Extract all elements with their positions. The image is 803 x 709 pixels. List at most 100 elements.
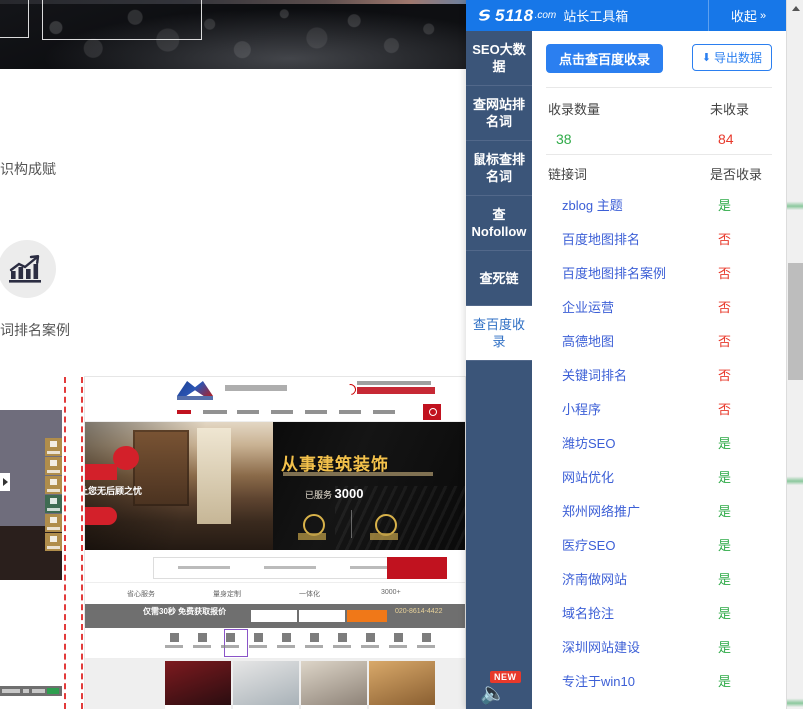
speaker-icon: 🔈: [480, 683, 506, 704]
indexed-status: 是: [718, 433, 731, 452]
indexed-status: 是: [718, 467, 731, 486]
sound-toggle-button[interactable]: NEW 🔈: [478, 671, 520, 707]
toolbox-logo: 5118 .com 站长工具箱: [466, 6, 708, 26]
keyword-link[interactable]: 郑州网络推广: [562, 501, 640, 520]
toolbox-sidebar: SEO大数据 查网站排名词 鼠标查排名词 查Nofollow 查死链 查百度收录…: [466, 31, 532, 709]
browser-scrollbar[interactable]: [786, 0, 803, 709]
keyword-link[interactable]: 百度地图排名案例: [562, 263, 666, 282]
preview-phone-small: [357, 381, 431, 385]
keyword-link[interactable]: 百度地图排名: [562, 229, 640, 248]
side-menu-item[interactable]: [45, 476, 62, 494]
indexed-status: 是: [718, 671, 731, 690]
bar-chart-growth-icon: [0, 240, 56, 298]
served-label: 已服务: [305, 490, 332, 500]
search-icon: [423, 404, 441, 420]
collapse-button[interactable]: 收起 »: [708, 0, 786, 31]
preview-site-logo: [177, 381, 213, 396]
table-row[interactable]: 潍坊SEO 是: [546, 425, 772, 459]
sidebar-item-dead-links[interactable]: 查死链: [466, 251, 532, 306]
keyword-link[interactable]: 小程序: [562, 399, 601, 418]
side-menu-item[interactable]: [45, 514, 62, 532]
side-menu-item[interactable]: [45, 438, 62, 456]
indexed-status: 是: [718, 603, 731, 622]
indexed-status: 否: [718, 331, 731, 350]
not-indexed-value: 84: [710, 131, 749, 147]
table-row[interactable]: 高德地图 否: [546, 323, 772, 357]
preview-hero-subline: [283, 472, 433, 476]
table-row[interactable]: 医疗SEO是: [546, 527, 772, 561]
preview-site-logo-caption: [177, 396, 213, 400]
keyword-link[interactable]: 域名抢注: [562, 603, 614, 622]
keyword-link[interactable]: 关键词排名: [562, 365, 627, 384]
toolbox-action-bar: 点击查百度收录 ⬇ 导出数据: [532, 31, 786, 87]
export-data-button[interactable]: ⬇ 导出数据: [692, 44, 772, 71]
sidebar-item-label: SEO大数据: [466, 41, 532, 75]
sidebar-item-nofollow[interactable]: 查Nofollow: [466, 196, 532, 251]
keyword-link[interactable]: 高德地图: [562, 331, 614, 350]
preview-hero-red-bar: [85, 464, 117, 480]
award-divider: [351, 510, 352, 538]
keyword-link[interactable]: 医疗SEO: [562, 535, 615, 554]
not-indexed-label: 未收录: [710, 99, 749, 118]
served-value: 3000: [335, 486, 364, 501]
preview-hero-dark-panel: [273, 422, 465, 550]
table-row[interactable]: zblog 主题是: [546, 187, 772, 221]
sidebar-item-label: 查百度收录: [466, 316, 532, 350]
check-baidu-index-button[interactable]: 点击查百度收录: [546, 44, 663, 73]
preview-quote-submit: [387, 557, 447, 579]
table-row[interactable]: 百度地图排名否: [546, 221, 772, 255]
scrollbar-marker: [787, 470, 803, 486]
keyword-link[interactable]: 企业运营: [562, 297, 614, 316]
logo-suffix: 站长工具箱: [563, 6, 628, 25]
phone-icon: [343, 382, 358, 397]
website-screenshot-preview: 让您无后顾之忧 从事建筑装饰 已服务 3000 省心服务 量身定制 一体化 30…: [85, 377, 465, 709]
table-row[interactable]: 专注于win10 是: [546, 663, 772, 697]
indexed-value: 38: [548, 131, 600, 147]
indexed-status: 否: [718, 399, 731, 418]
carousel-next-arrow[interactable]: [0, 473, 10, 491]
table-row[interactable]: 企业运营 否: [546, 289, 772, 323]
sidebar-item-baidu-index[interactable]: 查百度收录: [466, 306, 532, 361]
table-row[interactable]: 深圳网站建设是: [546, 629, 772, 663]
indexed-status: 否: [718, 365, 731, 384]
floating-side-menu[interactable]: [45, 438, 62, 552]
table-row[interactable]: 百度地图排名案例否: [546, 255, 772, 289]
index-results-table: 链接词 是否收录 zblog 主题是百度地图排名否百度地图排名案例否企业运营否高…: [546, 154, 772, 697]
side-menu-item-active[interactable]: [45, 495, 62, 513]
keyword-link[interactable]: 济南做网站: [562, 569, 627, 588]
seo-toolbox-panel: 5118 .com 站长工具箱 收起 » SEO大数据 查网站排名词 鼠标查排名…: [466, 0, 786, 709]
preview-cta-bar: 仅需30秒 免费获取报价 020-8614-4422: [85, 604, 465, 628]
page-heading-fragment: 识构成赋: [0, 159, 56, 179]
indexed-status: 是: [718, 501, 731, 520]
table-row[interactable]: 济南做网站是: [546, 561, 772, 595]
keyword-link[interactable]: 深圳网站建设: [562, 637, 640, 656]
side-menu-item[interactable]: [45, 457, 62, 475]
scrollbar-thumb[interactable]: [788, 263, 803, 380]
hero-frame-left: [0, 0, 29, 38]
keyword-link[interactable]: 潍坊SEO: [562, 433, 615, 452]
indexed-status: 否: [718, 297, 731, 316]
preview-hero-slider: 让您无后顾之忧 从事建筑装饰 已服务 3000: [85, 422, 465, 550]
side-menu-item[interactable]: [45, 533, 62, 551]
page-hero-banner: [0, 0, 466, 69]
sidebar-item-site-rank-words[interactable]: 查网站排名词: [466, 86, 532, 141]
table-header-row: 链接词 是否收录: [546, 155, 772, 187]
preview-company-name: [225, 385, 287, 391]
preview-cta-phone: 020-8614-4422: [395, 608, 443, 616]
sidebar-item-label: 查Nofollow: [466, 206, 532, 240]
caret-up-icon[interactable]: [787, 0, 803, 17]
table-row[interactable]: 网站优化 是: [546, 459, 772, 493]
table-row[interactable]: 域名抢注 是: [546, 595, 772, 629]
5118-logo-icon: [476, 7, 493, 24]
keyword-link[interactable]: zblog 主题: [562, 195, 623, 214]
sidebar-item-mouse-rank-words[interactable]: 鼠标查排名词: [466, 141, 532, 196]
table-row[interactable]: 关键词排名 否: [546, 357, 772, 391]
keyword-link[interactable]: 网站优化: [562, 467, 614, 486]
sidebar-item-label: 鼠标查排名词: [466, 151, 532, 185]
table-row[interactable]: 郑州网络推广 是: [546, 493, 772, 527]
keyword-link[interactable]: 专注于win10: [562, 671, 635, 690]
sidebar-item-seo-bigdata[interactable]: SEO大数据: [466, 31, 532, 86]
chevron-right-double-icon: »: [760, 10, 764, 22]
preview-hero-served: 已服务 3000: [305, 486, 363, 501]
table-row[interactable]: 小程序 否: [546, 391, 772, 425]
